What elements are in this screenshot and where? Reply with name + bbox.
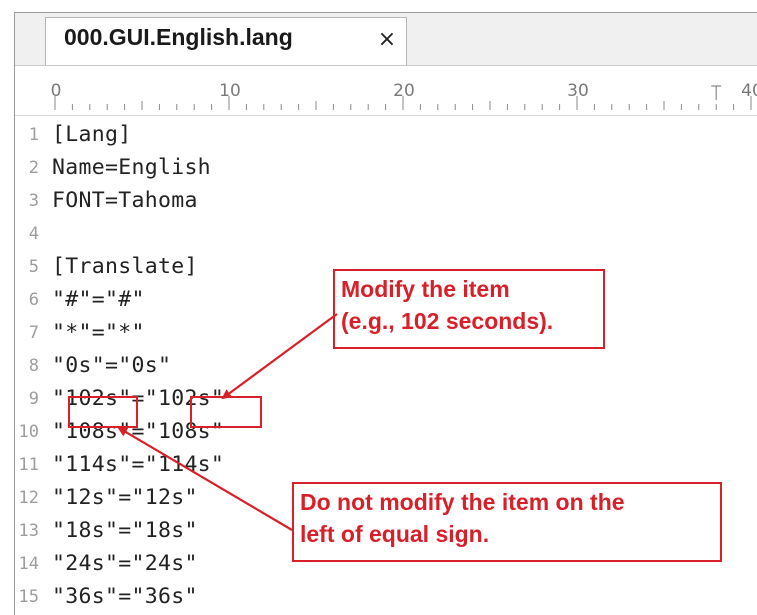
code-line[interactable]: 3 FONT=Tahoma [15,184,757,218]
code-line[interactable]: 2 Name=English [15,151,757,185]
line-number: 12 [18,488,39,508]
line-number: 10 [18,422,39,442]
code-line[interactable]: 15 "36s"="36s" [15,580,757,614]
annotation-modify-line1: Modify the item [341,276,510,302]
line-number: 4 [28,224,39,244]
line-text: [Translate] [52,254,198,279]
line-number: 15 [18,587,39,607]
line-number: 13 [18,521,39,541]
code-line[interactable]: 8 "0s"="0s" [15,349,757,383]
line-text: "18s"="18s" [52,518,198,543]
line-number: 3 [28,191,39,211]
line-text: "#"="#" [52,287,145,312]
code-line[interactable]: 11 "114s"="114s" [15,448,757,482]
annotation-modify-line2: (e.g., 102 seconds). [341,308,554,334]
line-number: 5 [28,257,39,277]
line-number: 1 [28,125,39,145]
line-number: 7 [28,323,39,343]
highlight-left-value [68,396,138,428]
line-number: 14 [18,554,39,574]
ruler-label: 20 [393,81,415,101]
line-text: "24s"="24s" [52,551,198,576]
line-text: Name=English [52,155,211,180]
line-number: 8 [28,356,39,376]
column-ruler: 0 10 20 30 40 [15,66,757,116]
text-editor[interactable]: 1 [Lang] 2 Name=English 3 FONT=Tahoma 4 5 [Trans… [15,116,757,615]
line-text: "*"="*" [52,320,145,345]
annotation-do-not-modify-line1: Do not modify the item on the [300,489,625,515]
annotation-do-not-modify-line2: left of equal sign. [300,521,490,547]
highlight-right-value [190,396,262,428]
ruler-label: 0 [51,81,62,101]
line-number: 11 [18,455,39,475]
line-text: FONT=Tahoma [52,188,198,213]
editor-window: 000.GUI.English.lang × 0 10 20 30 40 1 [Lang]… [14,12,757,615]
line-text: "0s"="0s" [52,353,172,378]
ruler-label: 40 [741,81,757,101]
line-number: 9 [28,389,39,409]
close-icon[interactable]: × [376,27,398,53]
ruler-caret-marker [711,85,722,100]
tab-title: 000.GUI.English.lang [64,24,293,50]
line-text: "36s"="36s" [52,584,198,609]
line-text: [Lang] [52,122,132,147]
line-text: "12s"="12s" [52,485,198,510]
line-number: 6 [28,290,39,310]
ruler-ticks: 0 10 20 30 40 [51,81,757,110]
tab-file[interactable]: 000.GUI.English.lang × [45,17,407,65]
ruler-label: 10 [219,81,241,101]
code-line[interactable]: 4 [15,217,757,251]
annotation-do-not-modify: Do not modify the item on the left of eq… [292,482,722,562]
annotation-modify: Modify the item (e.g., 102 seconds). [333,269,605,349]
line-number: 2 [28,158,39,178]
ruler-label: 30 [567,81,589,101]
line-text: "114s"="114s" [52,452,225,477]
code-line[interactable]: 1 [Lang] [15,118,757,152]
tab-bar: 000.GUI.English.lang × [15,13,757,66]
